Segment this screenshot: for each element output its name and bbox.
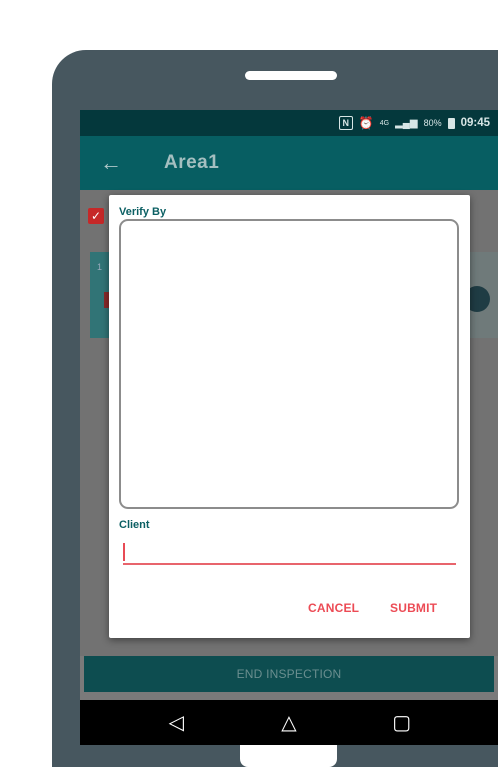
verify-dialog: Verify By Client CANCEL SUBMIT bbox=[109, 195, 470, 638]
app-bar: ← Area1 bbox=[80, 136, 498, 190]
battery-percent: 80% bbox=[423, 118, 442, 128]
back-arrow-icon[interactable]: ← bbox=[100, 150, 130, 176]
cancel-button[interactable]: CANCEL bbox=[308, 601, 359, 615]
status-time: 09:45 bbox=[460, 117, 490, 129]
status-bar: N ⏰ 4G ▂▄▆ 80% 09:45 bbox=[80, 110, 498, 136]
client-input[interactable] bbox=[123, 541, 456, 565]
signal-icon: ▂▄▆ bbox=[395, 117, 418, 129]
speaker-grille bbox=[245, 71, 337, 80]
verify-by-label: Verify By bbox=[119, 206, 167, 218]
phone-bottom-tab bbox=[240, 745, 337, 767]
submit-button[interactable]: SUBMIT bbox=[390, 601, 437, 615]
system-nav-bar: ◁ △ ▢ bbox=[80, 700, 498, 745]
alarm-icon: ⏰ bbox=[358, 116, 374, 130]
nav-back-icon[interactable]: ◁ bbox=[156, 710, 196, 735]
text-cursor bbox=[123, 543, 125, 561]
nav-home-icon[interactable]: △ bbox=[269, 710, 309, 735]
client-label: Client bbox=[119, 519, 150, 531]
network-type: 4G bbox=[379, 119, 390, 127]
nfc-icon: N bbox=[338, 116, 353, 130]
checkbox-icon[interactable]: ✓ bbox=[88, 208, 104, 224]
end-inspection-button[interactable]: END INSPECTION bbox=[84, 656, 494, 692]
nav-recents-icon[interactable]: ▢ bbox=[382, 710, 422, 735]
signature-pad[interactable] bbox=[119, 219, 459, 509]
card-number: 1 bbox=[97, 262, 103, 272]
battery-icon bbox=[447, 117, 455, 129]
page-title: Area1 bbox=[164, 152, 220, 173]
